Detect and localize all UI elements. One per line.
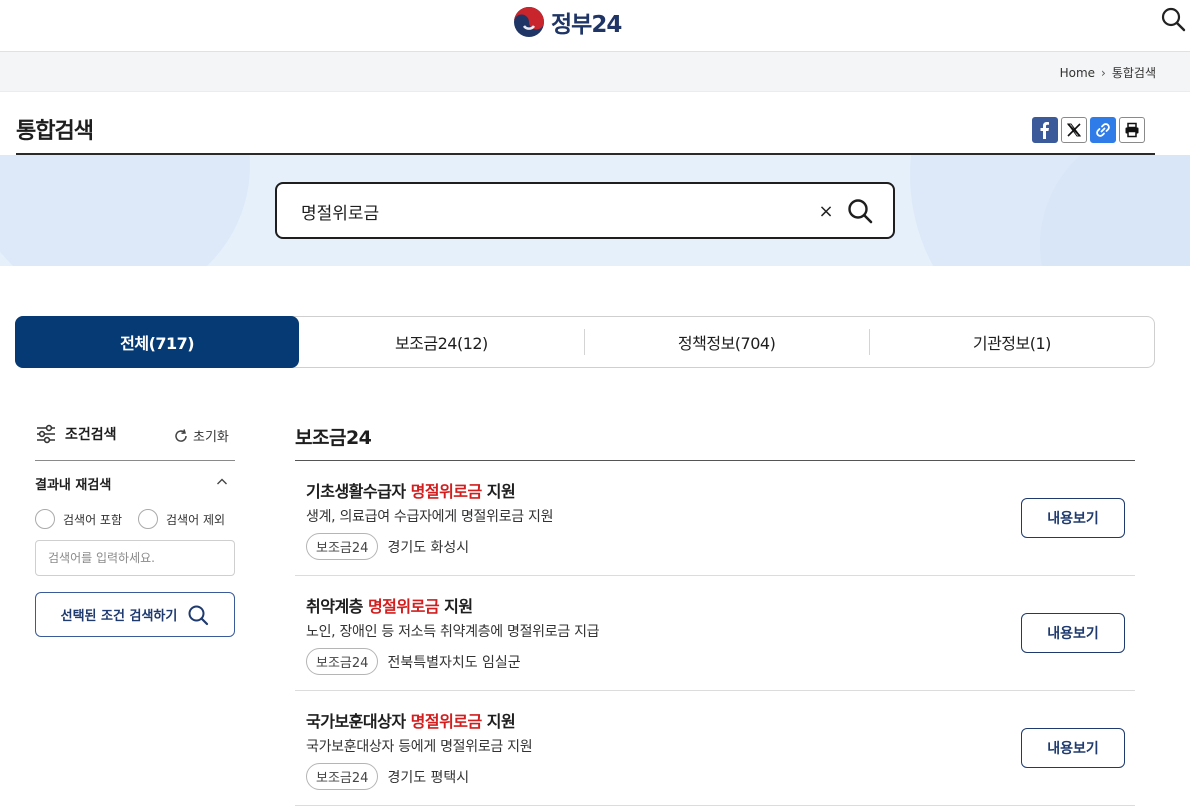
facebook-share-button[interactable] bbox=[1032, 117, 1058, 143]
result-description: 노인, 장애인 등 저소득 취약계층에 명절위로금 지급 bbox=[306, 624, 600, 640]
exclude-radio[interactable] bbox=[138, 509, 159, 529]
sliders-icon bbox=[37, 424, 55, 444]
result-title-suffix: 지원 bbox=[481, 712, 516, 731]
result-description: 생계, 의료급여 수급자에게 명절위로금 지원 bbox=[306, 509, 554, 525]
result-title-highlight: 명절위로금 bbox=[410, 712, 483, 731]
x-icon bbox=[1067, 123, 1081, 137]
view-detail-button[interactable]: 내용보기 bbox=[1021, 613, 1125, 653]
result-title[interactable]: 취약계층 명절위로금 지원 bbox=[306, 593, 473, 617]
refine-search-title: 결과내 재검색 bbox=[35, 478, 112, 493]
category-badge: 보조금24 bbox=[306, 763, 379, 790]
result-title-prefix: 기초생활수급자 bbox=[306, 482, 411, 501]
print-icon bbox=[1125, 122, 1139, 138]
search-input[interactable] bbox=[301, 198, 801, 224]
refine-search-input[interactable] bbox=[35, 540, 235, 576]
share-toolbar bbox=[1032, 117, 1145, 143]
category-badge: 보조금24 bbox=[306, 648, 379, 675]
result-description: 국가보훈대상자 등에게 명절위로금 지원 bbox=[306, 739, 533, 755]
reset-button[interactable]: 초기화 bbox=[173, 426, 229, 445]
result-title-prefix: 취약계층 bbox=[306, 597, 368, 616]
refine-options: 검색어 포함 검색어 제외 bbox=[35, 509, 237, 529]
result-title[interactable]: 국가보훈대상자 명절위로금 지원 bbox=[306, 708, 516, 732]
exclude-label: 검색어 제외 bbox=[166, 512, 226, 527]
view-detail-button[interactable]: 내용보기 bbox=[1021, 498, 1125, 538]
tab-subsidy24[interactable]: 보조금24(12) bbox=[299, 317, 583, 367]
include-label: 검색어 포함 bbox=[63, 512, 123, 527]
result-meta: 보조금24 경기도 화성시 bbox=[306, 533, 469, 560]
view-detail-button[interactable]: 내용보기 bbox=[1021, 728, 1125, 768]
facebook-icon bbox=[1040, 122, 1049, 139]
list-item: 취약계층 명절위로금 지원 노인, 장애인 등 저소득 취약계층에 명절위로금 … bbox=[295, 576, 1135, 691]
search-banner: × bbox=[0, 155, 1190, 266]
breadcrumb-bar: Home › 통합검색 bbox=[0, 52, 1190, 92]
chevron-up-icon[interactable] bbox=[215, 475, 229, 489]
logo-text: 정부24 bbox=[551, 12, 622, 38]
tab-all[interactable]: 전체(717) bbox=[15, 316, 300, 368]
apply-filter-label: 선택된 조건 검색하기 bbox=[60, 609, 178, 624]
chevron-right-icon: › bbox=[1101, 65, 1106, 80]
list-item: 기초생활수급자 명절위로금 지원 생계, 의료급여 수급자에게 명절위로금 지원… bbox=[295, 461, 1135, 576]
search-icon bbox=[188, 605, 209, 625]
copy-link-button[interactable] bbox=[1090, 117, 1116, 143]
logo[interactable]: 정부24 bbox=[513, 6, 622, 38]
category-badge: 보조금24 bbox=[306, 533, 379, 560]
result-title[interactable]: 기초생활수급자 명절위로금 지원 bbox=[306, 478, 516, 502]
search-icon[interactable] bbox=[846, 197, 874, 225]
clear-search-button[interactable]: × bbox=[817, 198, 835, 224]
tab-policy-info[interactable]: 정책정보(704) bbox=[585, 317, 869, 367]
tab-agency-info[interactable]: 기관정보(1) bbox=[870, 317, 1154, 367]
breadcrumb: Home › 통합검색 bbox=[1060, 64, 1156, 81]
result-tabs: 전체(717) 보조금24(12) 정책정보(704) 기관정보(1) bbox=[15, 316, 1155, 368]
x-share-button[interactable] bbox=[1061, 117, 1087, 143]
list-item: 국가보훈대상자 명절위로금 지원 국가보훈대상자 등에게 명절위로금 지원 보조… bbox=[295, 691, 1135, 806]
filter-title-label: 조건검색 bbox=[65, 427, 117, 443]
apply-filter-button[interactable]: 선택된 조건 검색하기 bbox=[35, 592, 235, 637]
include-radio[interactable] bbox=[35, 509, 55, 529]
region-label: 경기도 평택시 bbox=[387, 769, 470, 786]
result-meta: 보조금24 전북특별자치도 임실군 bbox=[306, 648, 521, 675]
search-box: × bbox=[275, 182, 895, 239]
link-icon bbox=[1096, 123, 1110, 137]
filter-header: 조건검색 초기화 bbox=[35, 424, 235, 448]
result-title-prefix: 국가보훈대상자 bbox=[306, 712, 411, 731]
result-title-suffix: 지원 bbox=[481, 482, 516, 501]
filter-divider bbox=[35, 460, 235, 461]
breadcrumb-current: 통합검색 bbox=[1111, 66, 1156, 80]
search-icon[interactable] bbox=[1160, 6, 1186, 32]
top-header: 정부24 bbox=[0, 0, 1190, 52]
taegeuk-emblem-icon bbox=[514, 7, 544, 37]
result-title-highlight: 명절위로금 bbox=[367, 597, 440, 616]
refresh-icon bbox=[175, 428, 187, 442]
result-title-highlight: 명절위로금 bbox=[410, 482, 483, 501]
region-label: 전북특별자치도 임실군 bbox=[387, 654, 521, 671]
result-meta: 보조금24 경기도 평택시 bbox=[306, 763, 469, 790]
region-label: 경기도 화성시 bbox=[387, 539, 470, 556]
reset-label: 초기화 bbox=[193, 430, 229, 445]
filter-title: 조건검색 bbox=[35, 424, 117, 444]
result-title-suffix: 지원 bbox=[439, 597, 473, 616]
breadcrumb-home[interactable]: Home bbox=[1060, 66, 1095, 80]
print-button[interactable] bbox=[1119, 117, 1145, 143]
section-title: 보조금24 bbox=[295, 427, 372, 449]
page-title: 통합검색 bbox=[16, 119, 94, 144]
